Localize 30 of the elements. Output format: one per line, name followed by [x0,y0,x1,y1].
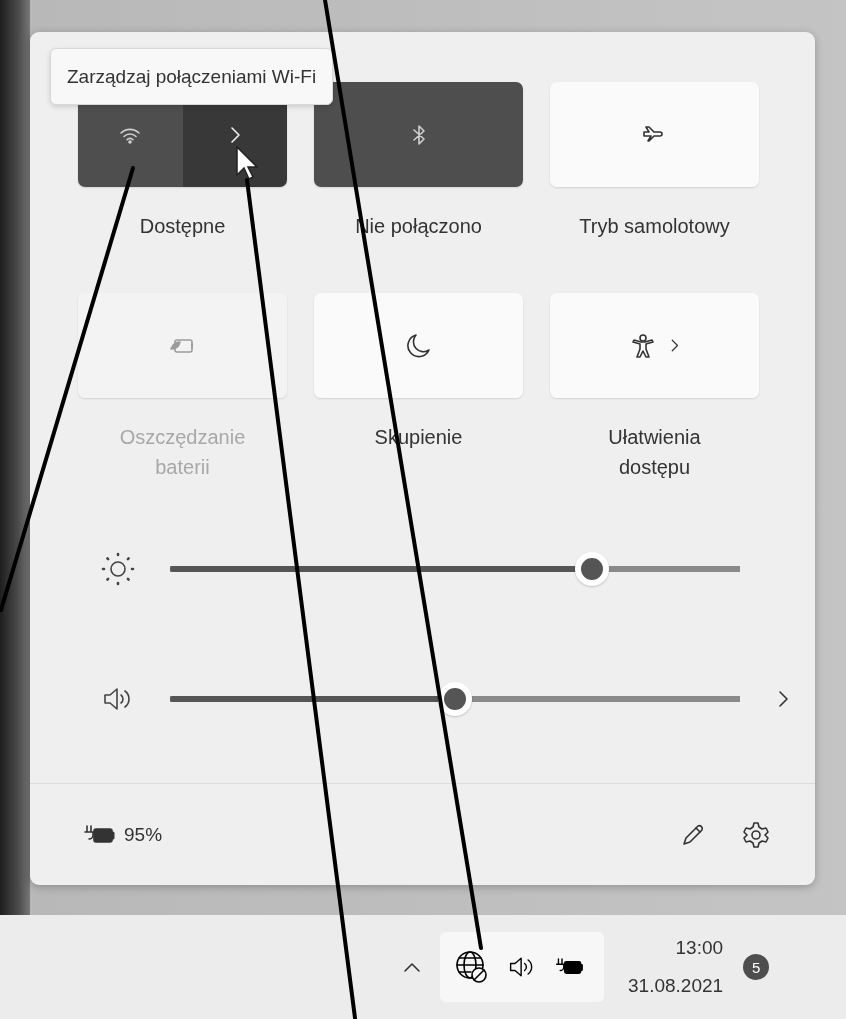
moon-icon [406,332,431,359]
audio-output-button[interactable] [777,689,789,709]
globe-blocked-icon [454,949,490,985]
tile-label: Oszczędzanie baterii [118,425,247,480]
tile-label: Ułatwienia dostępu [607,425,702,480]
charging-battery-icon [554,957,586,977]
chevron-right-icon [670,338,679,353]
chevron-right-icon [228,124,241,145]
chevron-right-icon [777,689,789,709]
notification-badge: 5 [743,954,770,980]
settings-icon [742,820,770,849]
settings-button[interactable] [742,820,770,849]
quick-tile[interactable] [314,293,523,398]
clock-button[interactable]: 13:00 31.08.2021 [628,929,724,1005]
slider-thumb[interactable] [438,682,472,716]
caret-up-icon [403,961,421,973]
tile-label: Dostępne [139,214,226,239]
system-tray-button[interactable] [440,932,604,1002]
accessibility-icon [630,332,656,359]
bluetooth-icon [411,123,426,146]
tooltip: Zarządzaj połączeniami Wi-Fi [50,48,334,105]
quick-tile[interactable] [550,82,759,187]
quick-tile[interactable] [550,293,759,398]
brightness-icon [100,551,136,587]
tile-label: Tryb samolotowy [579,214,730,239]
charging-battery-icon [82,823,118,846]
quick-tile[interactable] [314,82,523,187]
slider-thumb[interactable] [574,552,609,586]
mouse-pointer-icon [236,146,258,180]
battery-percentage: 95% [124,823,163,846]
